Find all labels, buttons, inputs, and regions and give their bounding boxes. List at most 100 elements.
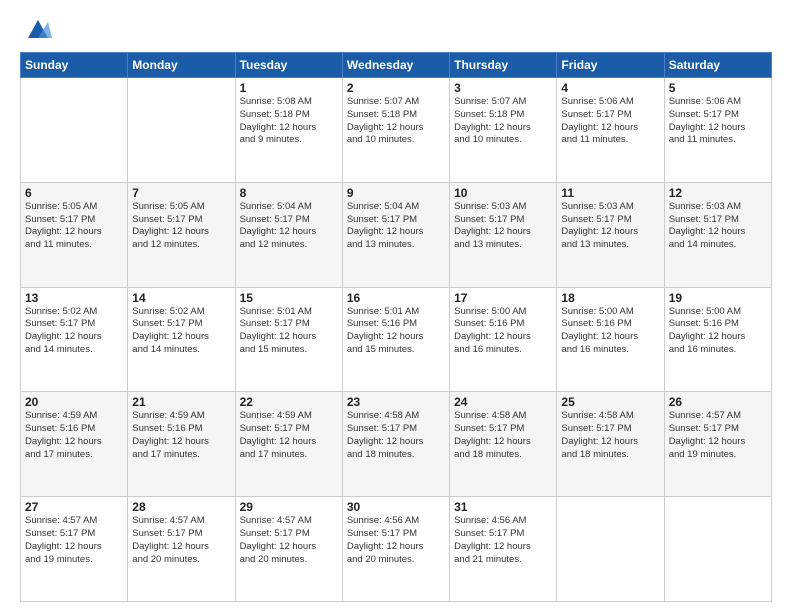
day-number: 24 (454, 395, 552, 409)
calendar-table: SundayMondayTuesdayWednesdayThursdayFrid… (20, 52, 772, 602)
calendar-cell: 19Sunrise: 5:00 AM Sunset: 5:16 PM Dayli… (664, 287, 771, 392)
calendar-cell: 10Sunrise: 5:03 AM Sunset: 5:17 PM Dayli… (450, 182, 557, 287)
calendar-cell: 12Sunrise: 5:03 AM Sunset: 5:17 PM Dayli… (664, 182, 771, 287)
day-number: 5 (669, 81, 767, 95)
day-info: Sunrise: 4:57 AM Sunset: 5:17 PM Dayligh… (132, 515, 230, 566)
week-row-5: 27Sunrise: 4:57 AM Sunset: 5:17 PM Dayli… (21, 497, 772, 602)
calendar-cell: 3Sunrise: 5:07 AM Sunset: 5:18 PM Daylig… (450, 78, 557, 183)
calendar-cell: 16Sunrise: 5:01 AM Sunset: 5:16 PM Dayli… (342, 287, 449, 392)
calendar-cell: 22Sunrise: 4:59 AM Sunset: 5:17 PM Dayli… (235, 392, 342, 497)
weekday-header-wednesday: Wednesday (342, 53, 449, 78)
day-info: Sunrise: 5:00 AM Sunset: 5:16 PM Dayligh… (454, 306, 552, 357)
day-number: 21 (132, 395, 230, 409)
calendar-cell: 4Sunrise: 5:06 AM Sunset: 5:17 PM Daylig… (557, 78, 664, 183)
calendar-header: SundayMondayTuesdayWednesdayThursdayFrid… (21, 53, 772, 78)
day-number: 4 (561, 81, 659, 95)
calendar-cell: 14Sunrise: 5:02 AM Sunset: 5:17 PM Dayli… (128, 287, 235, 392)
day-info: Sunrise: 5:04 AM Sunset: 5:17 PM Dayligh… (240, 201, 338, 252)
day-info: Sunrise: 5:00 AM Sunset: 5:16 PM Dayligh… (561, 306, 659, 357)
day-info: Sunrise: 5:05 AM Sunset: 5:17 PM Dayligh… (132, 201, 230, 252)
weekday-row: SundayMondayTuesdayWednesdayThursdayFrid… (21, 53, 772, 78)
weekday-header-monday: Monday (128, 53, 235, 78)
day-info: Sunrise: 4:57 AM Sunset: 5:17 PM Dayligh… (669, 410, 767, 461)
calendar-cell: 25Sunrise: 4:58 AM Sunset: 5:17 PM Dayli… (557, 392, 664, 497)
day-info: Sunrise: 5:02 AM Sunset: 5:17 PM Dayligh… (132, 306, 230, 357)
calendar-cell: 20Sunrise: 4:59 AM Sunset: 5:16 PM Dayli… (21, 392, 128, 497)
header (20, 16, 772, 42)
day-info: Sunrise: 4:57 AM Sunset: 5:17 PM Dayligh… (25, 515, 123, 566)
day-number: 14 (132, 291, 230, 305)
calendar-cell: 30Sunrise: 4:56 AM Sunset: 5:17 PM Dayli… (342, 497, 449, 602)
day-info: Sunrise: 5:02 AM Sunset: 5:17 PM Dayligh… (25, 306, 123, 357)
day-number: 17 (454, 291, 552, 305)
day-number: 15 (240, 291, 338, 305)
calendar-cell: 1Sunrise: 5:08 AM Sunset: 5:18 PM Daylig… (235, 78, 342, 183)
day-info: Sunrise: 5:03 AM Sunset: 5:17 PM Dayligh… (561, 201, 659, 252)
calendar-cell: 11Sunrise: 5:03 AM Sunset: 5:17 PM Dayli… (557, 182, 664, 287)
calendar-cell: 15Sunrise: 5:01 AM Sunset: 5:17 PM Dayli… (235, 287, 342, 392)
day-info: Sunrise: 4:58 AM Sunset: 5:17 PM Dayligh… (347, 410, 445, 461)
calendar-cell: 17Sunrise: 5:00 AM Sunset: 5:16 PM Dayli… (450, 287, 557, 392)
day-info: Sunrise: 5:00 AM Sunset: 5:16 PM Dayligh… (669, 306, 767, 357)
day-number: 16 (347, 291, 445, 305)
weekday-header-sunday: Sunday (21, 53, 128, 78)
day-info: Sunrise: 5:04 AM Sunset: 5:17 PM Dayligh… (347, 201, 445, 252)
day-number: 7 (132, 186, 230, 200)
calendar-cell: 26Sunrise: 4:57 AM Sunset: 5:17 PM Dayli… (664, 392, 771, 497)
day-info: Sunrise: 5:01 AM Sunset: 5:17 PM Dayligh… (240, 306, 338, 357)
day-number: 6 (25, 186, 123, 200)
weekday-header-thursday: Thursday (450, 53, 557, 78)
day-number: 23 (347, 395, 445, 409)
day-number: 29 (240, 500, 338, 514)
day-number: 9 (347, 186, 445, 200)
week-row-2: 6Sunrise: 5:05 AM Sunset: 5:17 PM Daylig… (21, 182, 772, 287)
day-info: Sunrise: 5:07 AM Sunset: 5:18 PM Dayligh… (347, 96, 445, 147)
calendar-cell: 31Sunrise: 4:56 AM Sunset: 5:17 PM Dayli… (450, 497, 557, 602)
day-info: Sunrise: 5:01 AM Sunset: 5:16 PM Dayligh… (347, 306, 445, 357)
calendar-body: 1Sunrise: 5:08 AM Sunset: 5:18 PM Daylig… (21, 78, 772, 602)
calendar-cell: 18Sunrise: 5:00 AM Sunset: 5:16 PM Dayli… (557, 287, 664, 392)
day-number: 19 (669, 291, 767, 305)
day-number: 27 (25, 500, 123, 514)
day-info: Sunrise: 5:03 AM Sunset: 5:17 PM Dayligh… (669, 201, 767, 252)
calendar-cell: 13Sunrise: 5:02 AM Sunset: 5:17 PM Dayli… (21, 287, 128, 392)
day-number: 18 (561, 291, 659, 305)
calendar-cell: 2Sunrise: 5:07 AM Sunset: 5:18 PM Daylig… (342, 78, 449, 183)
week-row-3: 13Sunrise: 5:02 AM Sunset: 5:17 PM Dayli… (21, 287, 772, 392)
page: SundayMondayTuesdayWednesdayThursdayFrid… (0, 0, 792, 612)
day-number: 28 (132, 500, 230, 514)
day-info: Sunrise: 4:59 AM Sunset: 5:16 PM Dayligh… (25, 410, 123, 461)
calendar-cell: 28Sunrise: 4:57 AM Sunset: 5:17 PM Dayli… (128, 497, 235, 602)
day-number: 8 (240, 186, 338, 200)
day-info: Sunrise: 4:57 AM Sunset: 5:17 PM Dayligh… (240, 515, 338, 566)
day-info: Sunrise: 5:06 AM Sunset: 5:17 PM Dayligh… (669, 96, 767, 147)
day-info: Sunrise: 5:05 AM Sunset: 5:17 PM Dayligh… (25, 201, 123, 252)
logo-icon (24, 14, 52, 42)
calendar-cell: 8Sunrise: 5:04 AM Sunset: 5:17 PM Daylig… (235, 182, 342, 287)
day-info: Sunrise: 4:59 AM Sunset: 5:16 PM Dayligh… (132, 410, 230, 461)
week-row-1: 1Sunrise: 5:08 AM Sunset: 5:18 PM Daylig… (21, 78, 772, 183)
calendar-cell: 9Sunrise: 5:04 AM Sunset: 5:17 PM Daylig… (342, 182, 449, 287)
logo (20, 16, 52, 42)
day-info: Sunrise: 5:03 AM Sunset: 5:17 PM Dayligh… (454, 201, 552, 252)
day-info: Sunrise: 4:58 AM Sunset: 5:17 PM Dayligh… (561, 410, 659, 461)
calendar-cell: 27Sunrise: 4:57 AM Sunset: 5:17 PM Dayli… (21, 497, 128, 602)
day-number: 11 (561, 186, 659, 200)
day-info: Sunrise: 5:06 AM Sunset: 5:17 PM Dayligh… (561, 96, 659, 147)
day-number: 25 (561, 395, 659, 409)
weekday-header-tuesday: Tuesday (235, 53, 342, 78)
weekday-header-saturday: Saturday (664, 53, 771, 78)
week-row-4: 20Sunrise: 4:59 AM Sunset: 5:16 PM Dayli… (21, 392, 772, 497)
day-number: 3 (454, 81, 552, 95)
day-info: Sunrise: 4:56 AM Sunset: 5:17 PM Dayligh… (347, 515, 445, 566)
day-number: 31 (454, 500, 552, 514)
calendar-cell: 7Sunrise: 5:05 AM Sunset: 5:17 PM Daylig… (128, 182, 235, 287)
day-number: 20 (25, 395, 123, 409)
calendar-cell: 29Sunrise: 4:57 AM Sunset: 5:17 PM Dayli… (235, 497, 342, 602)
calendar-cell (664, 497, 771, 602)
day-number: 10 (454, 186, 552, 200)
day-info: Sunrise: 4:59 AM Sunset: 5:17 PM Dayligh… (240, 410, 338, 461)
day-number: 2 (347, 81, 445, 95)
calendar-cell (21, 78, 128, 183)
calendar-cell: 6Sunrise: 5:05 AM Sunset: 5:17 PM Daylig… (21, 182, 128, 287)
